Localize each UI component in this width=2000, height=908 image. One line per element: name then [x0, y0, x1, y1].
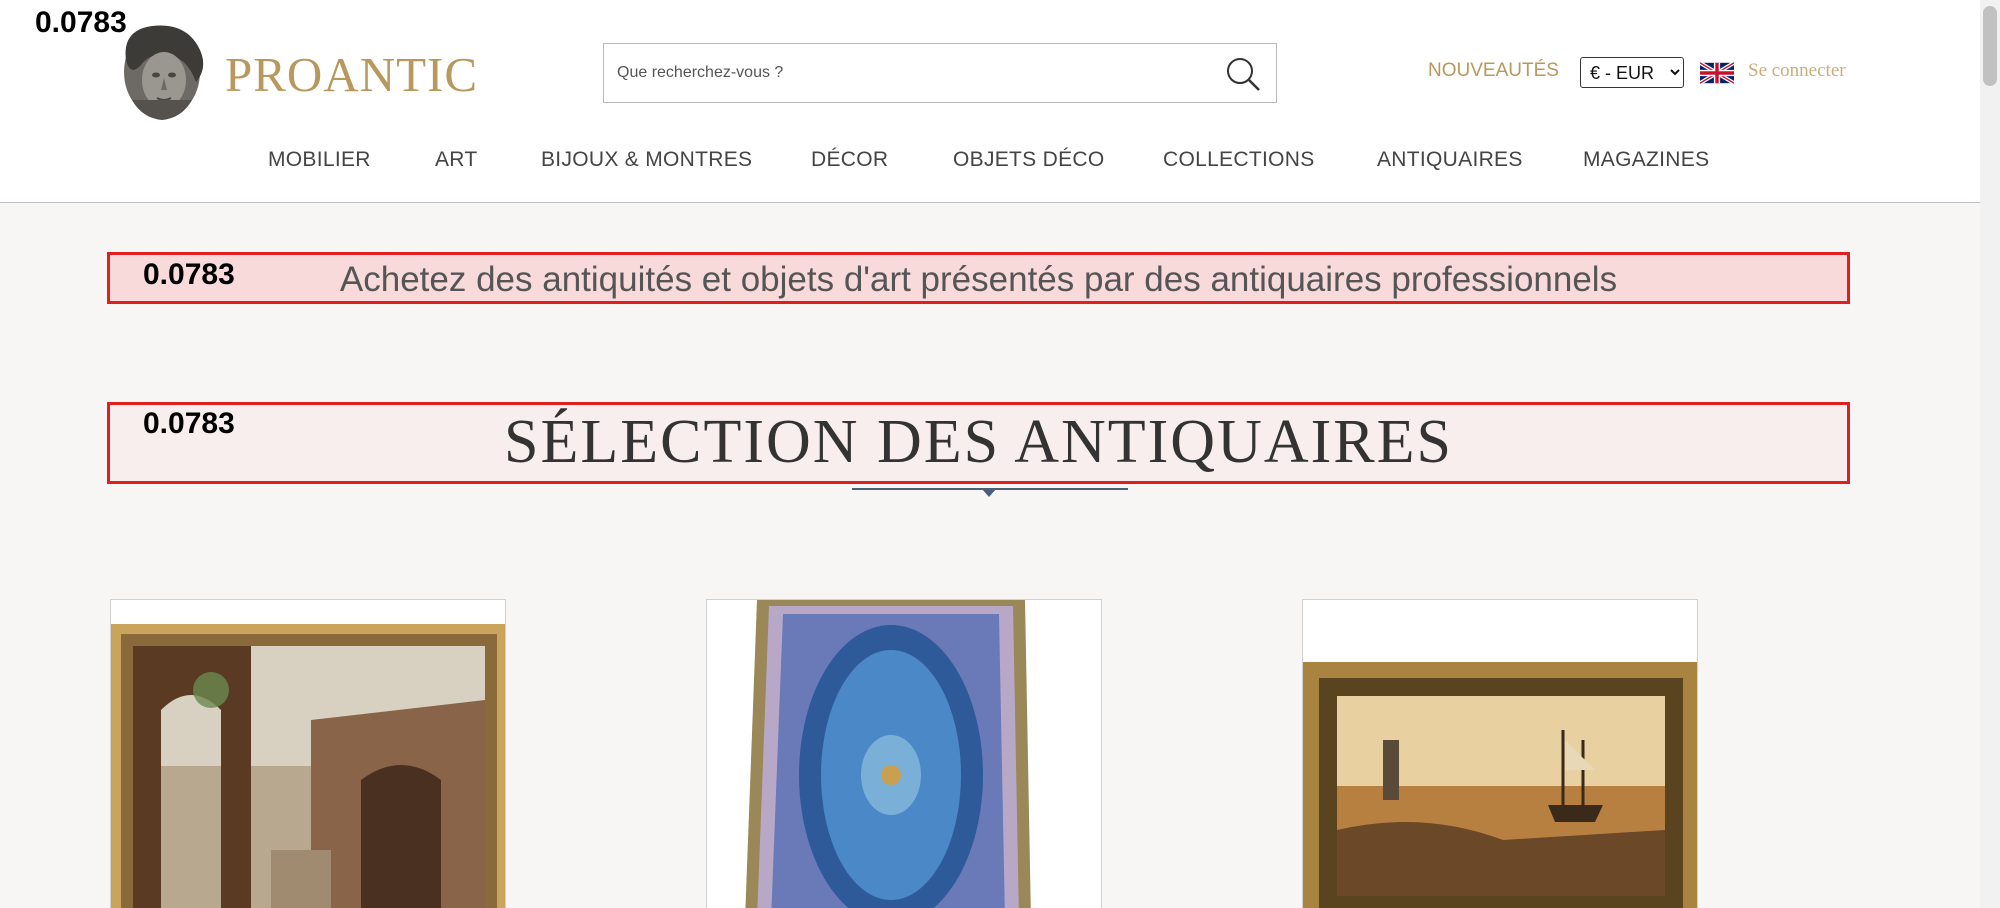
- site-header: PROANTIC NOUVEAUTÉS € - EUR Se connecter…: [0, 0, 1980, 203]
- product-card-ruins-painting[interactable]: [110, 599, 506, 908]
- currency-select[interactable]: € - EUR: [1580, 57, 1684, 88]
- nav-item-collections[interactable]: COLLECTIONS: [1163, 148, 1315, 172]
- nav-item-magazines[interactable]: MAGAZINES: [1583, 148, 1709, 172]
- section-title: SÉLECTION DES ANTIQUAIRES: [504, 408, 1453, 476]
- login-link[interactable]: Se connecter: [1748, 60, 1846, 82]
- logo-sculpture-head[interactable]: [112, 20, 212, 122]
- nav-item-bijoux-montres[interactable]: BIJOUX & MONTRES: [541, 148, 752, 172]
- search-icon[interactable]: [1224, 55, 1262, 93]
- score-label: 0.0783: [143, 407, 235, 440]
- search-input[interactable]: [604, 44, 1204, 102]
- page-scrollbar[interactable]: [1980, 0, 2000, 908]
- nav-item-mobilier[interactable]: MOBILIER: [268, 148, 371, 172]
- nav-item-art[interactable]: ART: [435, 148, 478, 172]
- search-box: [603, 43, 1277, 103]
- harbor-sunset-painting-image: [1303, 600, 1697, 908]
- brand-name[interactable]: PROANTIC: [225, 46, 478, 103]
- ruins-painting-image: [111, 624, 505, 908]
- main-nav: MOBILIER ART BIJOUX & MONTRES DÉCOR OBJE…: [0, 148, 1980, 178]
- score-label: 0.0783: [143, 258, 235, 291]
- tagline-text: Achetez des antiquités et objets d'art p…: [339, 260, 1618, 299]
- uk-flag-icon[interactable]: [1700, 60, 1734, 86]
- nav-item-decor[interactable]: DÉCOR: [811, 148, 888, 172]
- score-label: 0.0783: [35, 6, 127, 39]
- nouveautes-link[interactable]: NOUVEAUTÉS: [1428, 60, 1559, 82]
- divider-arrow: [982, 489, 996, 497]
- scrollbar-thumb[interactable]: [1983, 6, 1997, 86]
- product-card-blue-silk-rug[interactable]: [706, 599, 1102, 908]
- section-title-banner: SÉLECTION DES ANTIQUAIRES: [107, 402, 1850, 484]
- tagline-banner: Achetez des antiquités et objets d'art p…: [107, 252, 1850, 304]
- blue-silk-rug-image: [707, 600, 1101, 908]
- product-card-harbor-sunset-painting[interactable]: [1302, 599, 1698, 908]
- nav-item-objets-deco[interactable]: OBJETS DÉCO: [953, 148, 1105, 172]
- nav-item-antiquaires[interactable]: ANTIQUAIRES: [1377, 148, 1523, 172]
